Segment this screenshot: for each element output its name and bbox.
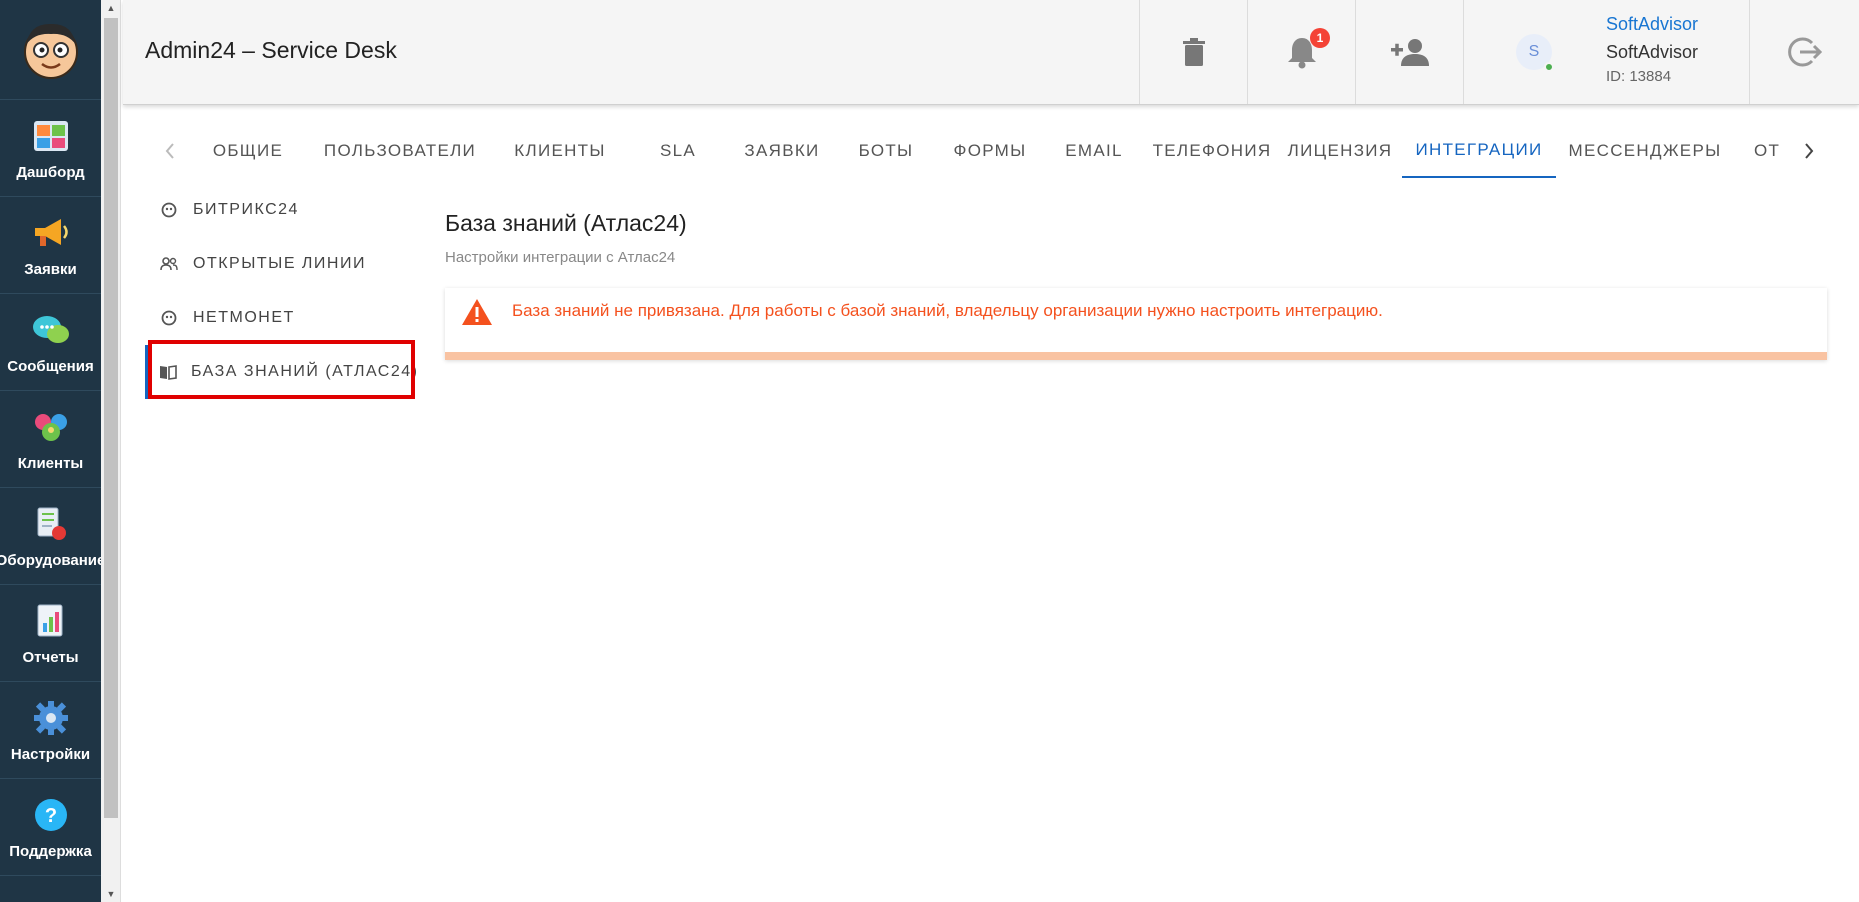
gear-icon xyxy=(31,698,71,738)
tab-telephony[interactable]: ТЕЛЕФОНИЯ xyxy=(1146,124,1278,178)
sidebar-item-label: Клиенты xyxy=(17,454,84,472)
add-user-icon xyxy=(1390,39,1429,66)
tabs-scroll-area: ОБЩИЕ ПОЛЬЗОВАТЕЛИ КЛИЕНТЫ SLA ЗАЯВКИ БО… xyxy=(190,124,1779,178)
sidebar-item-label: Сообщения xyxy=(7,357,94,375)
chevron-left-icon xyxy=(165,143,174,159)
scrollbar-thumb[interactable] xyxy=(104,18,118,818)
notifications-button[interactable]: 1 xyxy=(1247,0,1355,104)
sidebar-item-requests[interactable]: Заявки xyxy=(0,197,101,294)
equipment-icon xyxy=(31,504,71,544)
sidebar-item-label: Дашборд xyxy=(16,163,85,181)
tab-requests[interactable]: ЗАЯВКИ xyxy=(730,124,834,178)
sidebar-item-label: Поддержка xyxy=(9,842,92,860)
notification-count-badge: 1 xyxy=(1310,28,1330,48)
submenu-item-knowledge-base[interactable]: БАЗА ЗНАНИЙ (АТЛАС24) xyxy=(145,345,419,399)
warning-triangle-icon xyxy=(462,299,492,325)
submenu-item-label: БИТРИКС24 xyxy=(193,201,299,218)
mascot-logo-icon xyxy=(23,23,78,79)
help-icon: ? xyxy=(31,795,71,835)
tab-open[interactable]: ОТКРЫТЫЕ xyxy=(1734,124,1779,178)
sidebar-item-clients[interactable]: Клиенты xyxy=(0,391,101,488)
warning-message: База знаний не привязана. Для работы с б… xyxy=(512,301,1383,320)
sidebar-scrollbar[interactable]: ▲ ▼ xyxy=(101,0,121,902)
sidebar-item-equipment[interactable]: Оборудование xyxy=(0,488,105,585)
submenu-item-netmonet[interactable]: НЕТМОНЕТ xyxy=(145,291,415,345)
sidebar-item-dashboard[interactable]: Дашборд xyxy=(0,100,101,197)
logout-button[interactable] xyxy=(1749,0,1859,104)
tab-clients[interactable]: КЛИЕНТЫ xyxy=(494,124,626,178)
tabs-prev-button[interactable] xyxy=(150,124,190,178)
sidebar-item-messages[interactable]: Сообщения xyxy=(0,294,101,391)
user-name: SoftAdvisor xyxy=(1606,42,1699,62)
megaphone-icon xyxy=(31,213,71,253)
chevron-right-icon xyxy=(1805,143,1814,159)
app-title: Admin24 – Service Desk xyxy=(145,37,397,63)
tab-messengers[interactable]: МЕССЕНДЖЕРЫ xyxy=(1556,124,1734,178)
warning-alert: База знаний не привязана. Для работы с б… xyxy=(445,288,1827,360)
submenu-item-bitrix24[interactable]: БИТРИКС24 xyxy=(145,183,415,237)
svg-text:?: ? xyxy=(44,805,56,827)
sidebar-item-reports[interactable]: Отчеты xyxy=(0,585,101,682)
page-title: База знаний (Атлас24) xyxy=(445,210,687,236)
tab-users[interactable]: ПОЛЬЗОВАТЕЛИ xyxy=(306,124,494,178)
user-profile-link[interactable]: SoftAdvisor xyxy=(1606,14,1698,35)
settings-tabs: ОБЩИЕ ПОЛЬЗОВАТЕЛИ КЛИЕНТЫ SLA ЗАЯВКИ БО… xyxy=(123,124,1859,178)
dashboard-icon xyxy=(31,116,71,156)
page-subtitle: Настройки интеграции с Атлас24 xyxy=(445,249,676,266)
online-status-dot xyxy=(1544,62,1554,72)
tab-sla[interactable]: SLA xyxy=(626,124,730,178)
scroll-up-arrow-icon[interactable]: ▲ xyxy=(101,0,121,16)
top-header: Admin24 – Service Desk 1 S SoftAdvisor S… xyxy=(123,0,1859,105)
integrations-submenu: БИТРИКС24 ОТКРЫТЫЕ ЛИНИИ НЕТМОНЕТ БАЗА З… xyxy=(145,183,419,399)
app-logo[interactable] xyxy=(0,0,101,100)
sidebar-item-label: Настройки xyxy=(10,745,91,763)
chat-bubbles-icon xyxy=(31,310,71,350)
submenu-item-label: ОТКРЫТЫЕ ЛИНИИ xyxy=(193,255,366,272)
sidebar-item-label: Заявки xyxy=(24,260,77,278)
tab-integrations[interactable]: ИНТЕГРАЦИИ xyxy=(1402,124,1556,178)
trash-button[interactable] xyxy=(1139,0,1247,104)
clients-icon xyxy=(31,407,71,447)
user-id: ID: 13884 xyxy=(1606,68,1672,85)
logout-icon xyxy=(1787,37,1822,67)
submenu-item-label: НЕТМОНЕТ xyxy=(193,309,295,326)
sidebar-item-label: Отчеты xyxy=(22,648,79,666)
sidebar-item-support[interactable]: ? Поддержка xyxy=(0,779,101,876)
integration-content: База знаний (Атлас24) Настройки интеграц… xyxy=(445,210,1827,360)
submenu-item-label: БАЗА ЗНАНИЙ (АТЛАС24) xyxy=(191,363,419,380)
add-user-button[interactable] xyxy=(1355,0,1463,104)
reports-icon xyxy=(31,601,71,641)
tabs-next-button[interactable] xyxy=(1789,124,1829,178)
main-sidebar: Дашборд Заявки Сообщения Клиенты Оборудо… xyxy=(0,0,105,902)
book-icon xyxy=(159,362,177,382)
scroll-down-arrow-icon[interactable]: ▼ xyxy=(101,886,121,902)
people-icon xyxy=(159,254,179,274)
sidebar-item-label: Оборудование xyxy=(0,551,106,569)
netmonet-icon xyxy=(159,308,179,328)
bitrix-icon xyxy=(159,200,179,220)
trash-icon xyxy=(1182,38,1205,66)
tab-bots[interactable]: БОТЫ xyxy=(834,124,938,178)
tab-general[interactable]: ОБЩИЕ xyxy=(190,124,306,178)
submenu-item-open-lines[interactable]: ОТКРЫТЫЕ ЛИНИИ xyxy=(145,237,415,291)
tab-license[interactable]: ЛИЦЕНЗИЯ xyxy=(1278,124,1402,178)
sidebar-item-settings[interactable]: Настройки xyxy=(0,682,101,779)
tab-forms[interactable]: ФОРМЫ xyxy=(938,124,1042,178)
tab-email[interactable]: EMAIL xyxy=(1042,124,1146,178)
user-profile[interactable]: S SoftAdvisor SoftAdvisor ID: 13884 xyxy=(1463,0,1749,104)
